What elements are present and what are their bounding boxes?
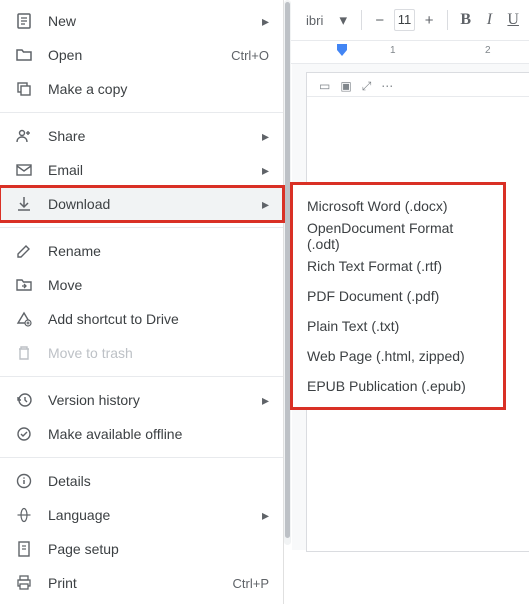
menu-label: Make available offline [48,426,269,442]
separator [361,10,362,30]
shortcut: Ctrl+O [231,48,269,63]
menu-label: Move [48,277,269,293]
menu-make-copy[interactable]: Make a copy [0,72,283,106]
person-add-icon [14,128,34,144]
font-dropdown-icon[interactable]: ▾ [333,8,353,32]
image-options-toolbar: ▭ ▣ ⤢ ⋯ [307,77,529,97]
decrease-font-icon[interactable]: − [370,8,390,32]
menu-label: Email [48,162,262,178]
submenu-epub[interactable]: EPUB Publication (.epub) [293,371,503,401]
menu-share[interactable]: Share ▸ [0,119,283,153]
menu-rename[interactable]: Rename [0,234,283,268]
ruler: 1 2 [290,40,529,64]
ruler-tick: 1 [390,45,396,56]
download-submenu: Microsoft Word (.docx) OpenDocument Form… [290,182,506,410]
menu-trash: Move to trash [0,336,283,370]
globe-icon [14,507,34,523]
menu-label: Move to trash [48,345,269,361]
chevron-right-icon: ▸ [262,196,269,213]
submenu-docx[interactable]: Microsoft Word (.docx) [293,191,503,221]
download-icon [14,196,34,212]
font-size-input[interactable]: 11 [394,9,416,31]
wrap-break-icon[interactable]: ▣ [340,79,351,94]
menu-label: Share [48,128,262,144]
more-icon[interactable]: ⋯ [381,79,393,94]
chevron-right-icon: ▸ [262,507,269,524]
menu-open[interactable]: Open Ctrl+O [0,38,283,72]
menu-new[interactable]: New ▸ [0,4,283,38]
pencil-icon [14,243,34,259]
menu-page-setup[interactable]: Page setup [0,532,283,566]
page-icon [14,541,34,557]
print-icon [14,575,34,591]
separator [447,10,448,30]
chevron-right-icon: ▸ [262,162,269,179]
submenu-rtf[interactable]: Rich Text Format (.rtf) [293,251,503,281]
trash-icon [14,345,34,361]
menu-label: Open [48,47,231,63]
divider [0,457,283,458]
wrap-behind-icon[interactable]: ⤢ [362,79,372,94]
folder-icon [14,47,34,63]
menu-label: New [48,13,262,29]
info-icon [14,473,34,489]
history-icon [14,392,34,408]
drive-shortcut-icon [14,311,34,327]
divider [0,112,283,113]
menu-label: Print [48,575,233,591]
wrap-inline-icon[interactable]: ▭ [319,79,330,94]
menu-email[interactable]: Email ▸ [0,153,283,187]
email-icon [14,162,34,178]
copy-icon [14,81,34,97]
shortcut: Ctrl+P [233,576,269,591]
font-name[interactable]: ibri [296,13,329,28]
divider [0,227,283,228]
toolbar: ibri ▾ − 11 + B I U [290,0,529,40]
increase-font-icon[interactable]: + [419,8,439,32]
submenu-pdf[interactable]: PDF Document (.pdf) [293,281,503,311]
menu-label: Version history [48,392,262,408]
menu-offline[interactable]: Make available offline [0,417,283,451]
submenu-html[interactable]: Web Page (.html, zipped) [293,341,503,371]
menu-label: Language [48,507,262,523]
menu-print[interactable]: Print Ctrl+P [0,566,283,600]
menu-details[interactable]: Details [0,464,283,498]
menu-label: Page setup [48,541,269,557]
menu-language[interactable]: Language ▸ [0,498,283,532]
menu-version-history[interactable]: Version history ▸ [0,383,283,417]
submenu-txt[interactable]: Plain Text (.txt) [293,311,503,341]
offline-icon [14,426,34,442]
menu-label: Rename [48,243,269,259]
menu-label: Download [48,196,262,212]
move-folder-icon [14,277,34,293]
file-menu: New ▸ Open Ctrl+O Make a copy Share ▸ Em… [0,0,284,604]
menu-label: Make a copy [48,81,269,97]
chevron-right-icon: ▸ [262,13,269,30]
indent-marker-icon[interactable] [336,43,348,57]
chevron-right-icon: ▸ [262,392,269,409]
chevron-right-icon: ▸ [262,128,269,145]
menu-download[interactable]: Download ▸ [0,187,283,221]
menu-add-shortcut[interactable]: Add shortcut to Drive [0,302,283,336]
divider [0,376,283,377]
menu-label: Details [48,473,269,489]
bold-button[interactable]: B [456,8,476,32]
underline-button[interactable]: U [503,8,523,32]
submenu-odt[interactable]: OpenDocument Format (.odt) [293,221,503,251]
ruler-tick: 2 [485,45,491,56]
document-icon [14,13,34,29]
menu-move[interactable]: Move [0,268,283,302]
menu-label: Add shortcut to Drive [48,311,269,327]
italic-button[interactable]: I [480,8,500,32]
